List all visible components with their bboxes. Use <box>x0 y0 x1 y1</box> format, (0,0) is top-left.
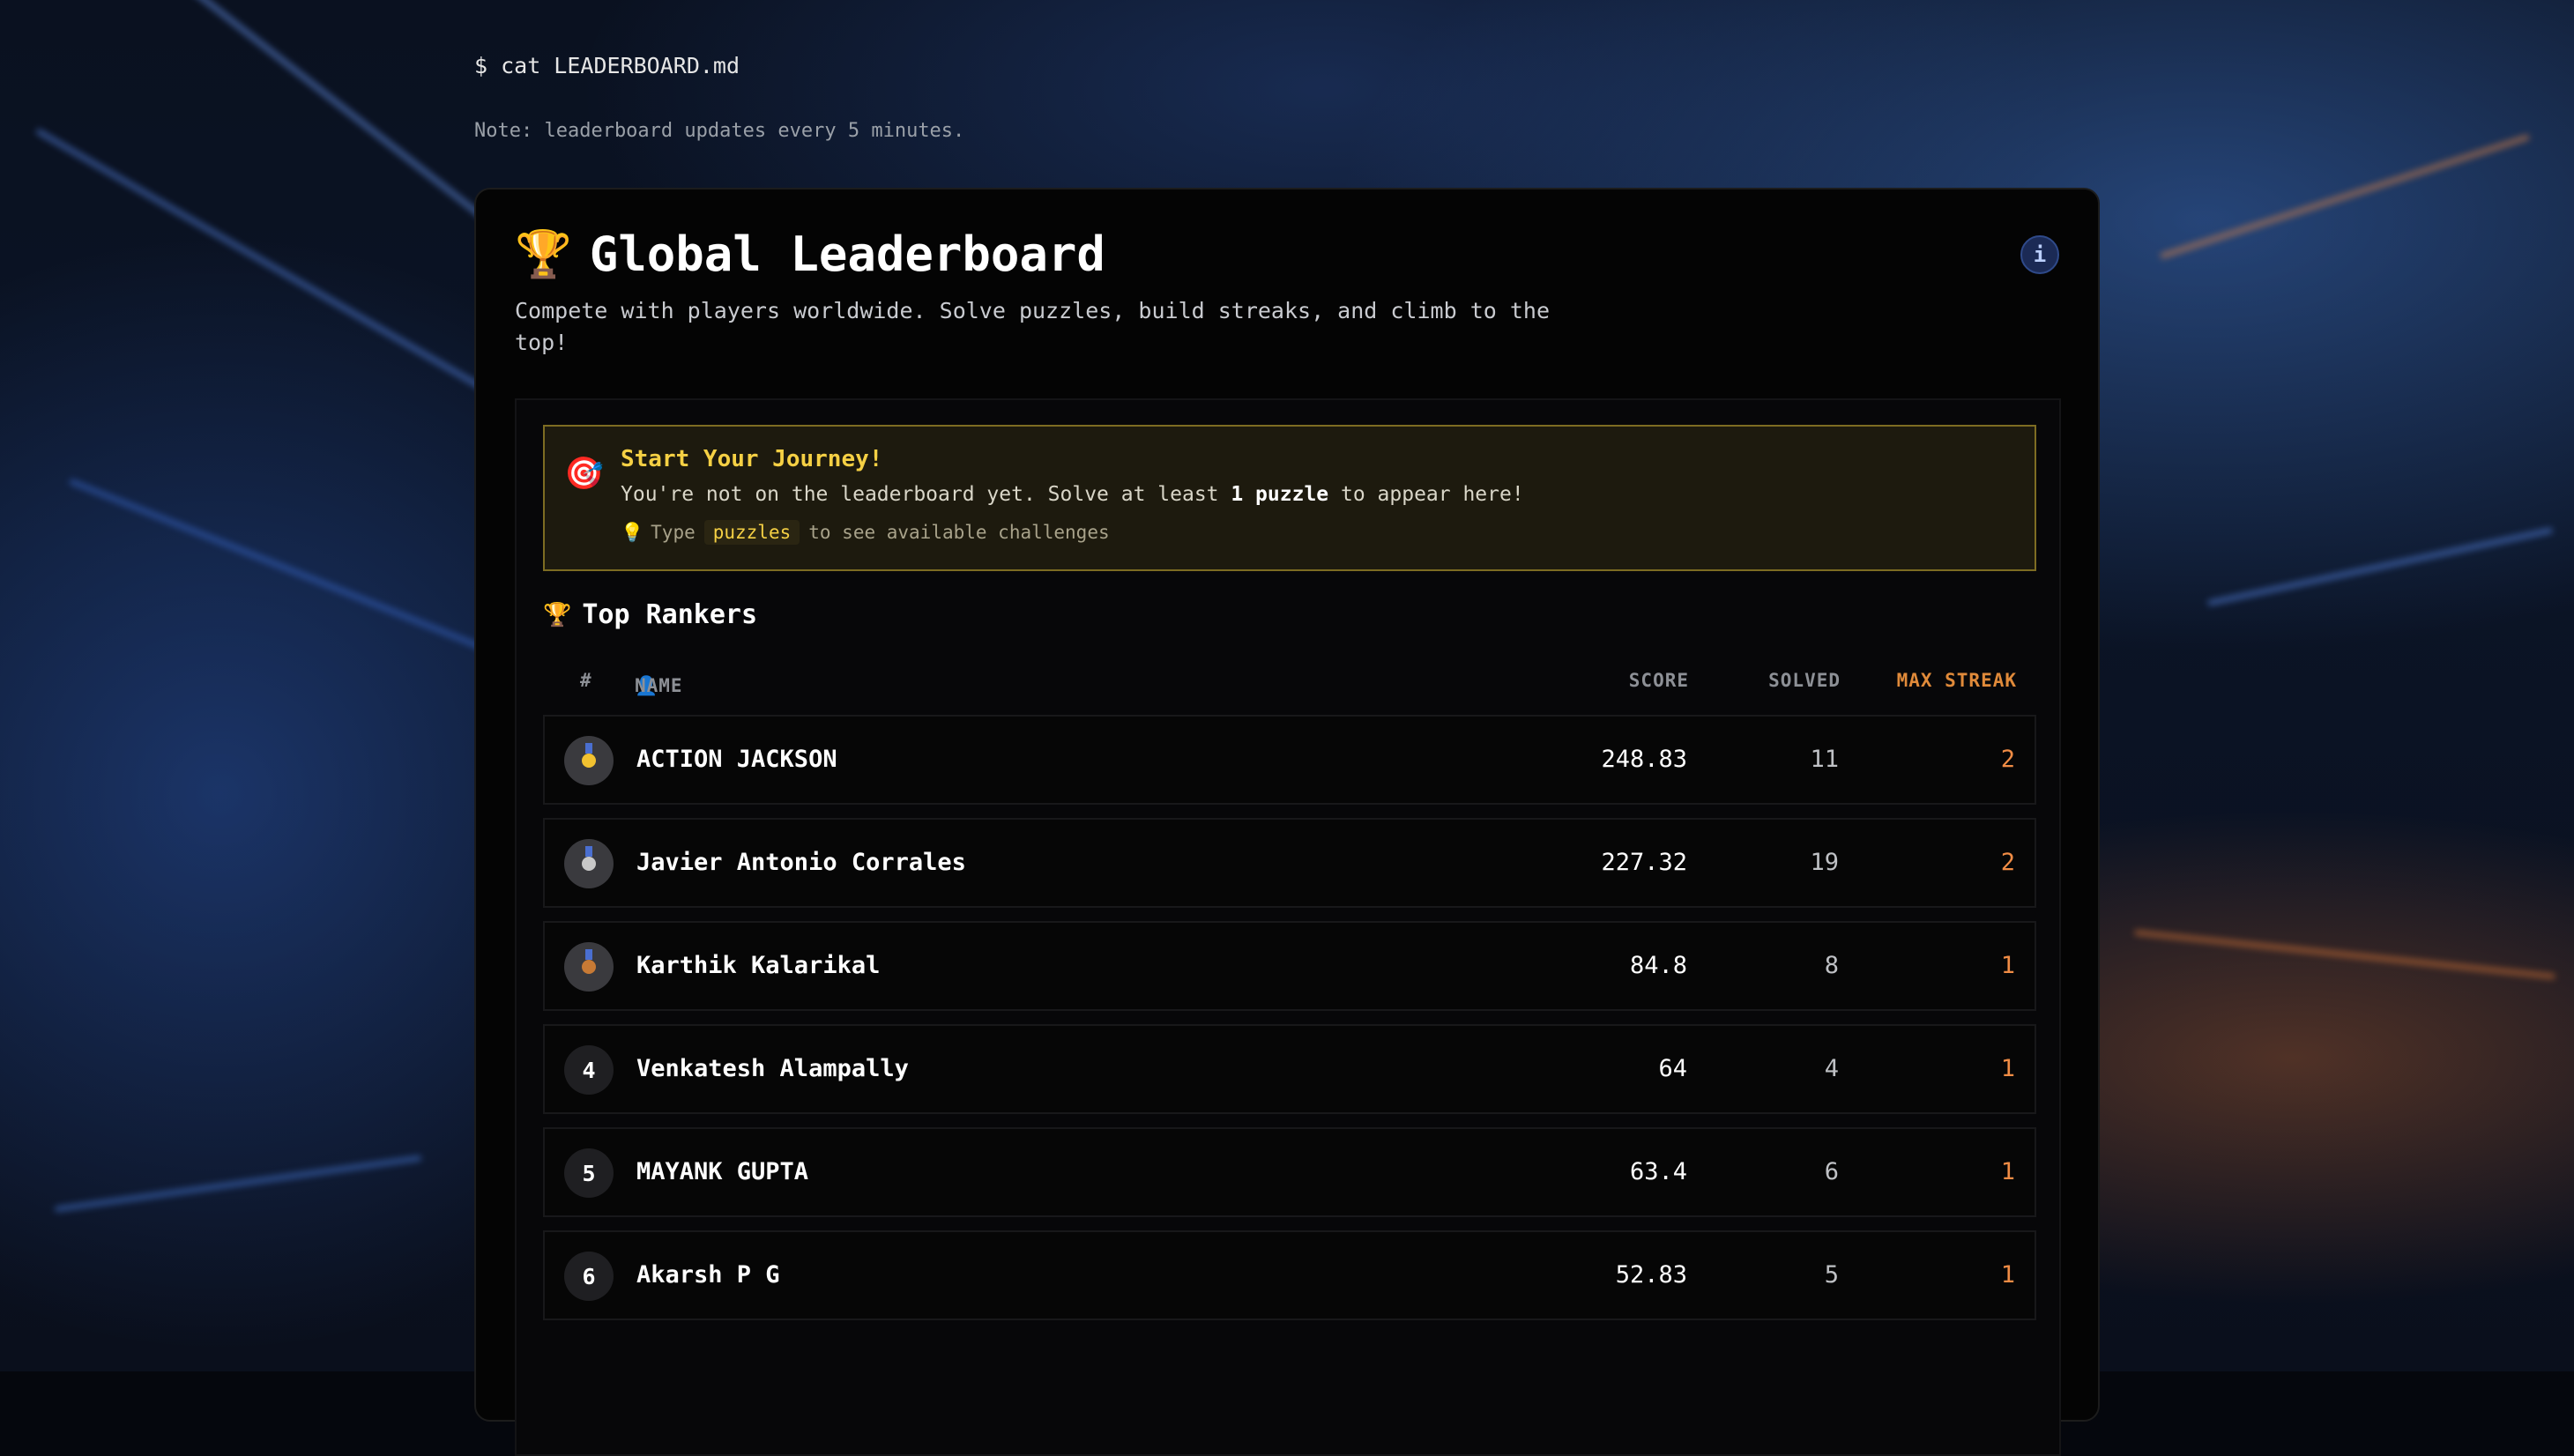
medal-disc <box>582 949 596 974</box>
light-streak <box>54 1155 422 1213</box>
player-name: Javier Antonio Corrales <box>636 849 966 876</box>
light-streak <box>2206 527 2554 606</box>
lightbulb-icon: 💡 <box>621 521 644 543</box>
table-row[interactable]: 5 MAYANK GUPTA 63.4 6 1 <box>543 1127 2036 1217</box>
score-cell: 84.8 <box>1629 952 1687 979</box>
journey-text-before: You're not on the leaderboard yet. Solve… <box>621 483 1231 506</box>
hint-suffix: to see available challenges <box>808 522 1110 543</box>
score-cell: 63.4 <box>1629 1158 1687 1185</box>
journey-banner: 🎯 Start Your Journey! You're not on the … <box>543 425 2036 571</box>
max-streak-cell: 1 <box>2000 1261 2015 1289</box>
player-name: Akarsh P G <box>636 1261 780 1289</box>
solved-cell: 19 <box>1810 849 1839 876</box>
solved-cell: 8 <box>1824 952 1839 979</box>
page-title-text: Global Leaderboard <box>589 227 1105 282</box>
bronze-medal-icon <box>564 942 614 992</box>
table-row[interactable]: ACTION JACKSON 248.83 11 2 <box>543 715 2036 805</box>
table-header: # 👤 NAME SCORE SOLVED MAX STREAK <box>543 665 2036 700</box>
max-streak-cell: 1 <box>2000 952 2015 979</box>
column-header-solved[interactable]: SOLVED <box>1768 670 1841 691</box>
light-streak <box>68 478 496 656</box>
column-header-rank: # <box>580 670 592 691</box>
max-streak-cell: 1 <box>2000 1158 2015 1185</box>
table-row[interactable]: Javier Antonio Corrales 227.32 19 2 <box>543 818 2036 908</box>
rank-badge: 4 <box>564 1045 614 1095</box>
table-row[interactable]: 4 Venkatesh Alampally 64 4 1 <box>543 1024 2036 1114</box>
info-button[interactable]: i <box>2020 235 2059 274</box>
command-line: $ cat LEADERBOARD.md <box>474 53 740 78</box>
journey-hint: 💡 Type puzzles to see available challeng… <box>621 520 1110 545</box>
score-cell: 52.83 <box>1615 1261 1687 1289</box>
player-name: MAYANK GUPTA <box>636 1158 809 1185</box>
journey-text-bold: 1 puzzle <box>1231 483 1329 506</box>
puzzles-command[interactable]: puzzles <box>703 520 800 545</box>
player-name: Venkatesh Alampally <box>636 1055 909 1082</box>
gold-medal-icon <box>564 736 614 785</box>
rank-badge: 5 <box>564 1148 614 1198</box>
solved-cell: 4 <box>1824 1055 1839 1082</box>
max-streak-cell: 2 <box>2000 746 2015 773</box>
column-header-max-streak[interactable]: MAX STREAK <box>1897 670 2017 691</box>
leaderboard-panel: 🎯 Start Your Journey! You're not on the … <box>515 398 2061 1456</box>
solved-cell: 11 <box>1810 746 1839 773</box>
table-row[interactable]: 6 Akarsh P G 52.83 5 1 <box>543 1230 2036 1320</box>
page-title: 🏆 Global Leaderboard <box>515 227 1105 282</box>
rank-badge: 6 <box>564 1252 614 1301</box>
table-row[interactable]: Karthik Kalarikal 84.8 8 1 <box>543 921 2036 1011</box>
player-name: Karthik Kalarikal <box>636 952 881 979</box>
light-streak <box>35 128 511 406</box>
silver-medal-icon <box>564 839 614 888</box>
trophy-icon: 🏆 <box>543 601 572 628</box>
medal-disc <box>582 846 596 871</box>
light-streak <box>2159 134 2531 259</box>
journey-message: You're not on the leaderboard yet. Solve… <box>621 483 1524 506</box>
hint-prefix: Type <box>651 522 696 543</box>
update-note: Note: leaderboard updates every 5 minute… <box>474 120 965 142</box>
column-header-score[interactable]: SCORE <box>1629 670 1689 691</box>
leaderboard-rows: ACTION JACKSON 248.83 11 2 Javier Antonio Co… <box>543 715 2036 1333</box>
max-streak-cell: 1 <box>2000 1055 2015 1082</box>
column-header-name-label: NAME <box>635 675 683 696</box>
score-cell: 64 <box>1658 1055 1687 1082</box>
solved-cell: 6 <box>1824 1158 1839 1185</box>
target-icon: 🎯 <box>564 456 604 492</box>
score-cell: 227.32 <box>1601 849 1687 876</box>
journey-title: Start Your Journey! <box>621 446 883 472</box>
solved-cell: 5 <box>1824 1261 1839 1289</box>
top-rankers-title: Top Rankers <box>582 599 758 630</box>
top-rankers-heading: 🏆 Top Rankers <box>543 599 757 630</box>
medal-disc <box>582 743 596 768</box>
score-cell: 248.83 <box>1601 746 1687 773</box>
max-streak-cell: 2 <box>2000 849 2015 876</box>
terminal-output: $ cat LEADERBOARD.md Note: leaderboard u… <box>474 53 2102 142</box>
trophy-icon: 🏆 <box>515 228 572 281</box>
light-streak <box>2134 929 2555 980</box>
player-name: ACTION JACKSON <box>636 746 837 773</box>
leaderboard-card: 🏆 Global Leaderboard i Compete with play… <box>474 188 2100 1456</box>
journey-text-after: to appear here! <box>1328 483 1524 506</box>
page-subtitle: Compete with players worldwide. Solve pu… <box>515 298 1550 355</box>
